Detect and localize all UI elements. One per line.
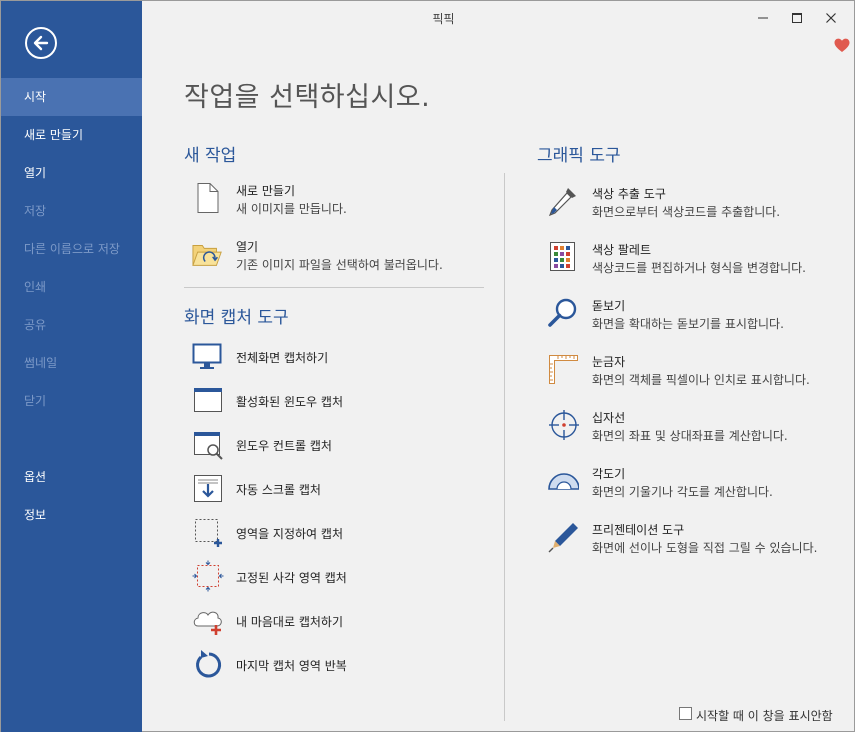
capture-fullscreen-item[interactable]: 전체화면 캡처하기 [192,340,484,374]
window-control-icon [194,432,223,460]
sidebar-item-thumbnail: 썸네일 [24,356,58,370]
window-icon [194,388,222,412]
repeat-arrow-icon [196,650,222,678]
capture-region-item[interactable]: 영역을 지정하여 캡처 [192,516,484,550]
back-button[interactable] [25,27,57,59]
color-palette-title: 색상 팔레트 [592,243,652,257]
capture-fullscreen-label: 전체화면 캡처하기 [236,351,329,365]
app-window: 시작 새로 만들기 열기 저장 다른 이름으로 저장 인쇄 공유 썸네일 닫기 … [0,0,855,732]
protractor-desc: 화면의 기울기나 각도를 계산합니다. [592,485,773,499]
new-image-item[interactable]: 새로 만들기 새 이미지를 만듭니다. [194,182,484,218]
crosshair-title: 십자선 [592,411,626,425]
presentation-tool-title: 프리젠테이션 도구 [592,523,685,537]
magnifier-title: 돋보기 [592,299,626,313]
capture-fixed-region-item[interactable]: 고정된 사각 영역 캡처 [192,560,484,594]
capture-scroll-label: 자동 스크롤 캡처 [236,483,321,497]
capture-active-window-label: 활성화된 윈도우 캡처 [236,395,343,409]
close-icon [826,13,836,23]
scroll-capture-icon [194,475,222,502]
open-image-desc: 기존 이미지 파일을 선택하여 불러옵니다. [236,258,443,272]
protractor-icon [548,473,579,490]
capture-scroll-item[interactable]: 자동 스크롤 캡처 [192,472,484,506]
capture-region-label: 영역을 지정하여 캡처 [236,527,343,541]
pen-icon [548,523,578,553]
color-picker-title: 색상 추출 도구 [592,187,666,201]
region-select-icon [195,519,222,547]
capture-freehand-item[interactable]: 내 마음대로 캡처하기 [192,604,484,638]
new-image-title: 새로 만들기 [236,184,296,198]
capture-repeat-item[interactable]: 마지막 캡처 영역 반복 [192,648,484,682]
crosshair-item[interactable]: 십자선 화면의 좌표 및 상대좌표를 계산합니다. [547,409,837,445]
minimize-button[interactable] [752,7,774,29]
eyedropper-icon [548,188,576,217]
maximize-button[interactable] [786,7,808,29]
presentation-tool-desc: 화면에 선이나 도형을 직접 그릴 수 있습니다. [592,541,818,555]
new-image-desc: 새 이미지를 만듭니다. [236,202,347,216]
ruler-icon [549,355,578,384]
color-picker-item[interactable]: 색상 추출 도구 화면으로부터 색상코드를 추출합니다. [547,185,837,221]
monitor-icon [192,343,222,369]
dont-show-checkbox[interactable] [679,707,692,720]
back-arrow-icon [33,35,49,51]
open-folder-icon [192,245,222,266]
heart-icon [834,38,850,52]
presentation-tool-item[interactable]: 프리젠테이션 도구 화면에 선이나 도형을 직접 그릴 수 있습니다. [547,521,837,557]
magnifier-item[interactable]: 돋보기 화면을 확대하는 돋보기를 표시합니다. [547,297,837,333]
protractor-item[interactable]: 각도기 화면의 기울기나 각도를 계산합니다. [547,465,837,501]
minimize-icon [758,17,768,19]
palette-grid-icon [550,242,575,271]
capture-window-control-item[interactable]: 윈도우 컨트롤 캡처 [192,428,484,462]
capture-freehand-label: 내 마음대로 캡처하기 [236,615,343,629]
maximize-icon [792,13,802,23]
magnifier-desc: 화면을 확대하는 돋보기를 표시합니다. [592,317,784,331]
magnifier-icon [548,298,577,327]
sidebar-item-save: 저장 [24,204,47,218]
window-title: 픽픽 [432,12,455,26]
capture-heading: 화면 캡처 도구 [184,308,289,328]
fixed-region-icon [192,560,224,592]
favorite-heart-button[interactable] [834,38,850,56]
protractor-title: 각도기 [592,467,626,481]
sidebar: 시작 새로 만들기 열기 저장 다른 이름으로 저장 인쇄 공유 썸네일 닫기 … [1,1,142,732]
page-title: 작업을 선택하십시오. [184,82,431,113]
color-palette-desc: 색상코드를 편집하거나 형식을 변경합니다. [592,261,806,275]
capture-active-window-item[interactable]: 활성화된 윈도우 캡처 [192,384,484,418]
sidebar-item-about[interactable]: 정보 [1,496,142,534]
sidebar-item-open[interactable]: 열기 [1,154,142,192]
freehand-cloud-icon [193,611,222,635]
new-document-icon [197,183,219,213]
column-divider [504,173,505,721]
crosshair-desc: 화면의 좌표 및 상대좌표를 계산합니다. [592,429,788,443]
capture-fixed-region-label: 고정된 사각 영역 캡처 [236,571,347,585]
sidebar-item-options[interactable]: 옵션 [1,458,142,496]
close-button[interactable] [820,7,842,29]
open-image-title: 열기 [236,240,259,254]
open-image-item[interactable]: 열기 기존 이미지 파일을 선택하여 불러옵니다. [192,238,484,274]
capture-window-control-label: 윈도우 컨트롤 캡처 [236,439,332,453]
sidebar-item-new[interactable]: 새로 만들기 [1,116,142,154]
sidebar-item-start[interactable]: 시작 [1,78,142,116]
color-palette-item[interactable]: 색상 팔레트 색상코드를 편집하거나 형식을 변경합니다. [547,241,837,277]
crosshair-icon [549,410,579,440]
dont-show-label: 시작할 때 이 창을 표시안함 [696,709,833,723]
graphic-tools-heading: 그래픽 도구 [537,146,621,166]
ruler-item[interactable]: 눈금자 화면의 객체를 픽셀이나 인치로 표시합니다. [547,353,837,389]
ruler-desc: 화면의 객체를 픽셀이나 인치로 표시합니다. [592,373,810,387]
section-divider [184,287,484,288]
sidebar-item-print: 인쇄 [24,280,47,294]
capture-repeat-label: 마지막 캡처 영역 반복 [236,659,347,673]
ruler-title: 눈금자 [592,355,626,369]
sidebar-item-save-as: 다른 이름으로 저장 [24,242,120,256]
sidebar-item-share: 공유 [24,318,47,332]
color-picker-desc: 화면으로부터 색상코드를 추출합니다. [592,205,781,219]
sidebar-item-close: 닫기 [24,394,47,408]
new-task-heading: 새 작업 [184,146,237,166]
